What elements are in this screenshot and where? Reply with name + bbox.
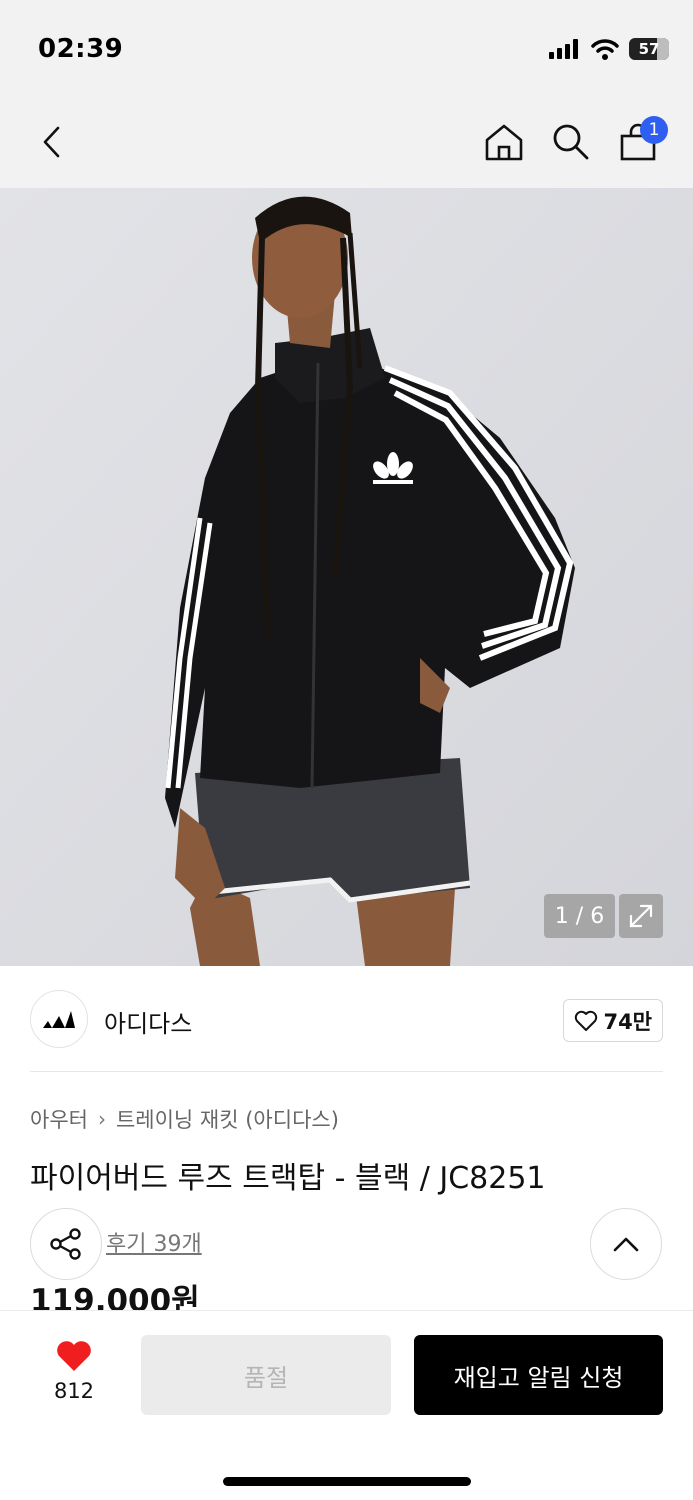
- signal-icon: [549, 39, 578, 59]
- battery-icon: 57: [629, 38, 669, 60]
- brand-logo[interactable]: [30, 990, 88, 1048]
- wishlist-count: 812: [53, 1379, 95, 1403]
- wishlist-button[interactable]: 812: [44, 1339, 104, 1403]
- bottom-action-bar: 812 품절 재입고 알림 신청: [0, 1310, 693, 1500]
- status-icons: 57: [549, 38, 669, 60]
- home-indicator: [223, 1477, 471, 1486]
- share-button[interactable]: [30, 1208, 102, 1280]
- breadcrumb-subcategory[interactable]: 트레이닝 재킷 (아디다스): [116, 1104, 339, 1134]
- cart-count-badge: 1: [640, 116, 668, 144]
- wifi-icon: [591, 39, 619, 60]
- search-button[interactable]: [547, 118, 595, 166]
- battery-level: 57: [638, 40, 660, 58]
- chevron-left-icon: [43, 126, 60, 158]
- cart-button[interactable]: 1: [614, 116, 668, 166]
- breadcrumb-separator-icon: ›: [97, 1107, 106, 1131]
- chevron-up-icon: [613, 1237, 639, 1252]
- heart-outline-icon: [575, 1010, 598, 1031]
- adidas-logo-icon: [43, 1011, 75, 1028]
- home-button[interactable]: [480, 118, 528, 166]
- scroll-top-button[interactable]: [590, 1208, 662, 1280]
- home-icon: [485, 124, 523, 161]
- product-photo: [0, 188, 693, 966]
- brand-like-count: 74만: [603, 1009, 652, 1034]
- restock-alert-button[interactable]: 재입고 알림 신청: [414, 1335, 663, 1415]
- image-counter: 1 / 6: [544, 894, 615, 938]
- back-button[interactable]: [28, 118, 76, 166]
- expand-image-button[interactable]: [619, 894, 663, 938]
- expand-icon: [629, 904, 653, 928]
- breadcrumb: 아우터 › 트레이닝 재킷 (아디다스): [30, 1104, 339, 1134]
- search-icon: [553, 124, 589, 160]
- product-image[interactable]: [0, 188, 693, 966]
- soldout-button: 품절: [141, 1335, 391, 1415]
- top-nav-bar: 1: [0, 100, 693, 188]
- brand-name[interactable]: 아디다스: [104, 1004, 192, 1039]
- product-title: 파이어버드 루즈 트랙탑 - 블랙 / JC8251: [30, 1161, 546, 1196]
- status-time: 02:39: [38, 34, 124, 64]
- brand-row[interactable]: 아디다스 74만: [30, 988, 663, 1052]
- breadcrumb-category[interactable]: 아우터: [30, 1104, 88, 1134]
- divider: [30, 1071, 663, 1072]
- review-link[interactable]: 후기 39개: [106, 1226, 202, 1258]
- share-icon: [50, 1228, 81, 1260]
- brand-like-button[interactable]: 74만: [563, 999, 663, 1042]
- heart-filled-icon: [57, 1341, 91, 1371]
- status-bar: 02:39 57: [0, 0, 693, 100]
